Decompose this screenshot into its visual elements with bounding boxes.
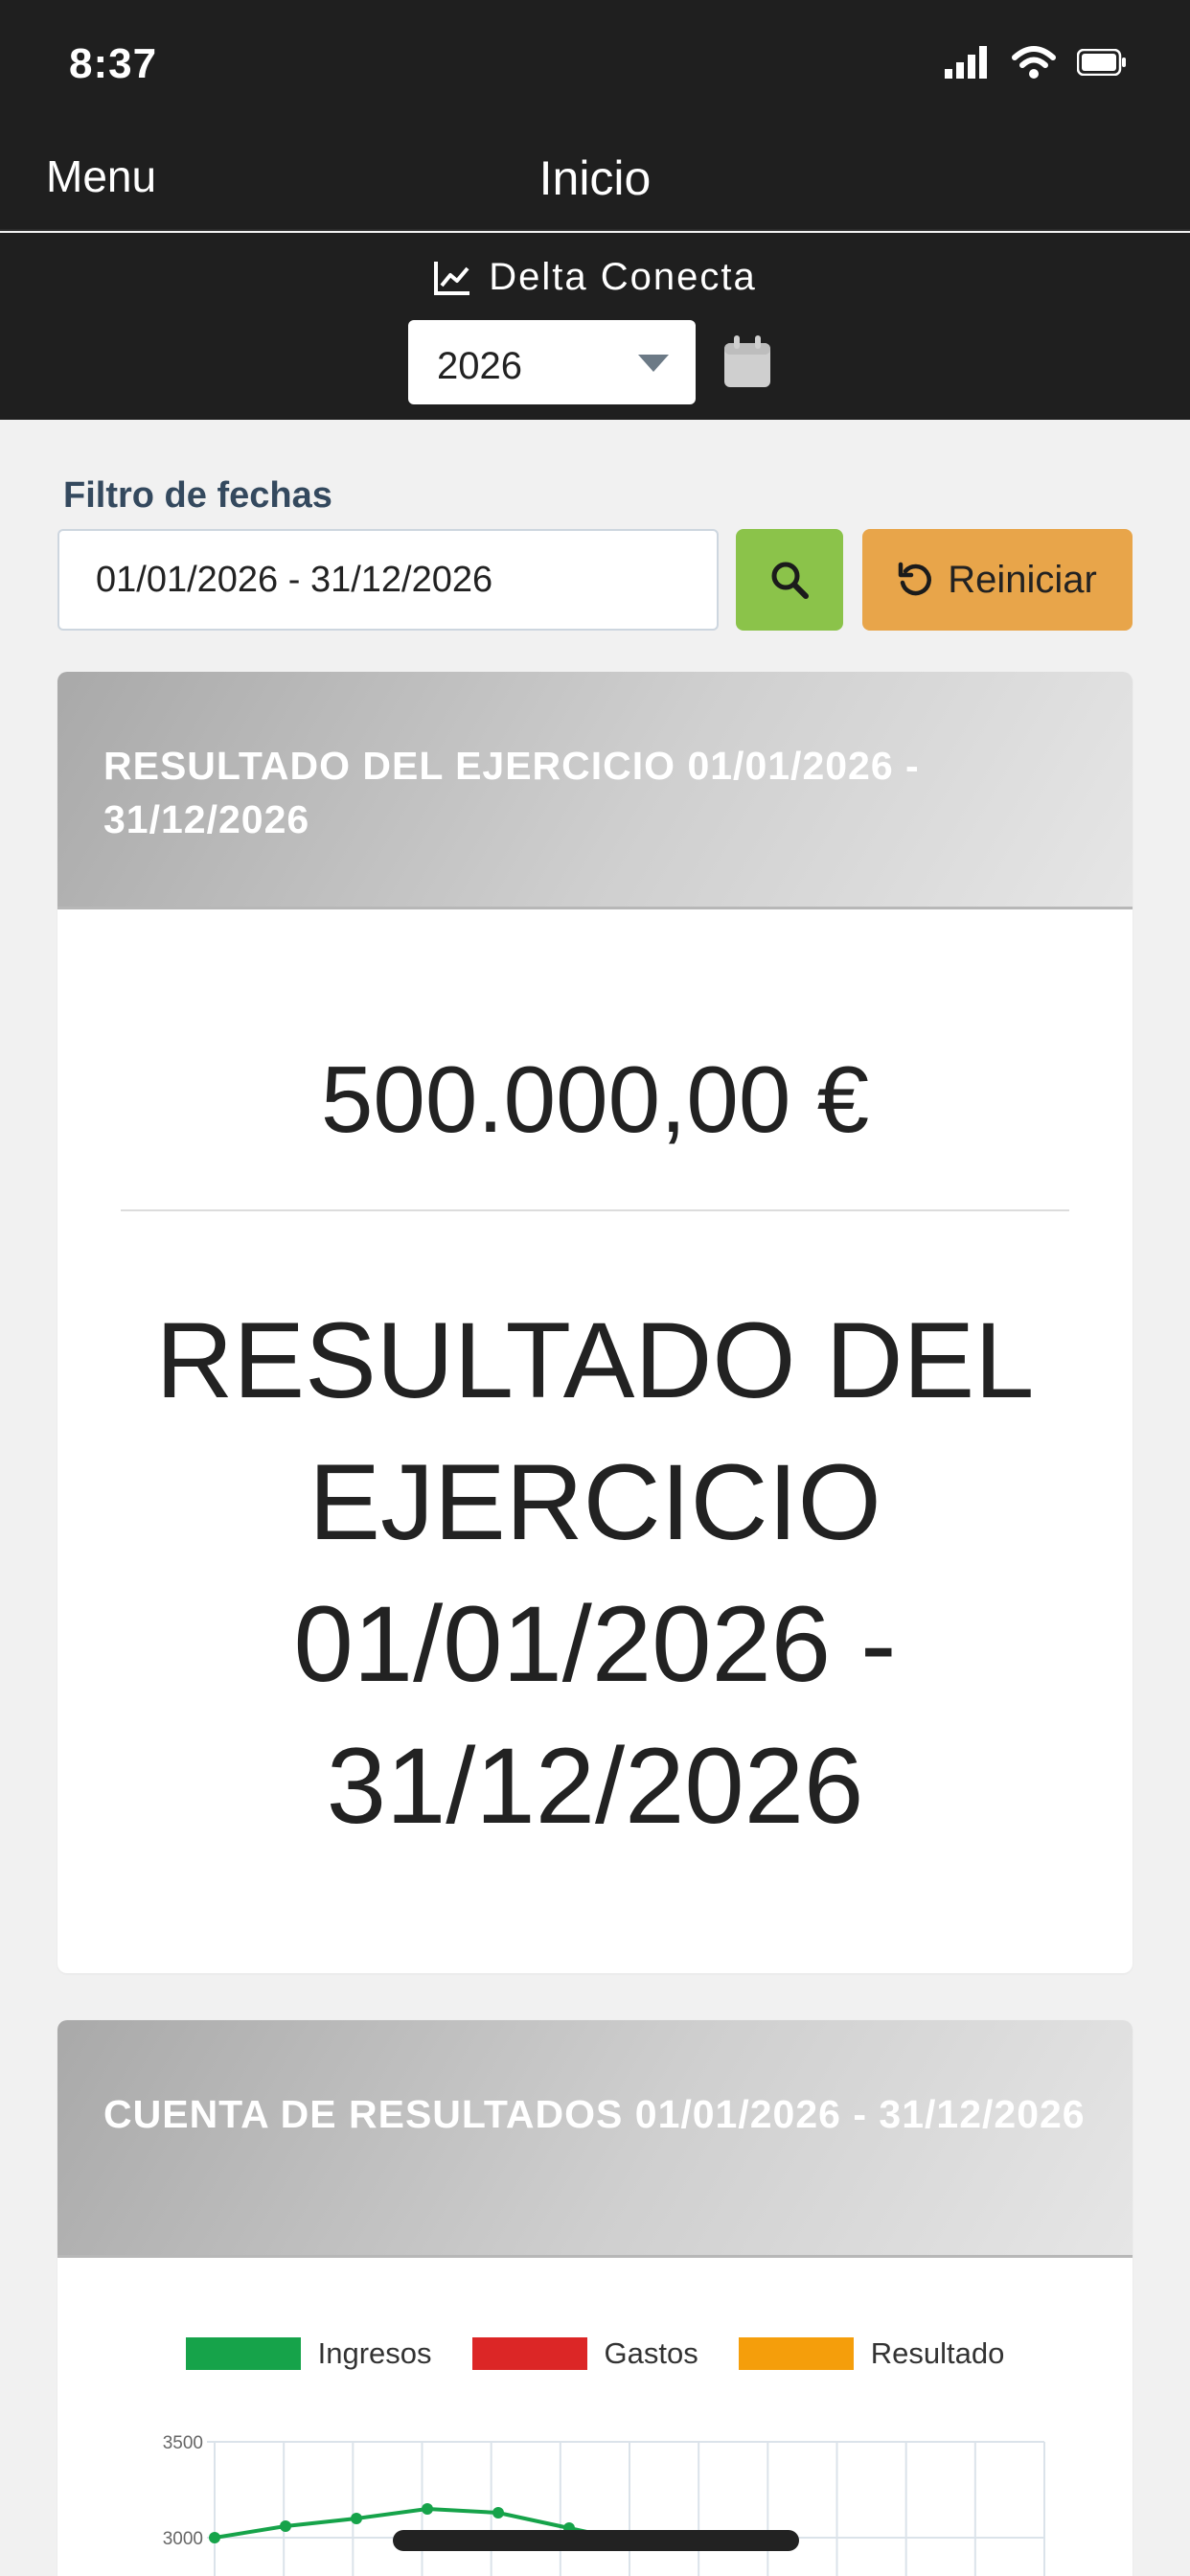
data-point-ingresos[interactable] <box>351 2513 362 2524</box>
line-chart-icon <box>434 261 470 295</box>
filter-label: Filtro de fechas <box>63 475 332 516</box>
nav-bar: Menu Inicio <box>0 129 1190 231</box>
battery-icon <box>1077 49 1126 76</box>
y-tick-label: 3000 <box>163 2529 203 2549</box>
status-bar: 8:37 <box>0 0 1190 129</box>
data-point-ingresos[interactable] <box>280 2520 291 2532</box>
search-button[interactable] <box>736 529 843 631</box>
pl-line-chart: 3500 3000 <box>163 2433 1045 2576</box>
result-value: 500.000,00 € <box>320 1046 870 1152</box>
status-time: 8:37 <box>69 40 158 87</box>
data-point-ingresos[interactable] <box>422 2503 433 2515</box>
y-tick-label: 3500 <box>163 2433 203 2453</box>
data-point-ingresos[interactable] <box>492 2507 504 2518</box>
result-card: RESULTADO DEL EJERCICIO 01/01/2026 - 31/… <box>57 672 1133 1973</box>
brand: Delta Conecta <box>0 256 1190 299</box>
home-indicator <box>393 2530 799 2551</box>
page-title: Inicio <box>538 151 652 205</box>
search-icon <box>771 562 809 599</box>
undo-icon <box>898 562 932 596</box>
brand-name: Delta Conecta <box>489 256 757 298</box>
calendar-icon[interactable] <box>722 335 772 389</box>
result-card-header: RESULTADO DEL EJERCICIO 01/01/2026 - 31/… <box>57 672 1133 909</box>
year-select-value: 2026 <box>437 345 522 387</box>
status-icons <box>945 46 1127 79</box>
reset-button[interactable]: Reiniciar <box>862 529 1133 631</box>
divider <box>121 1209 1069 1211</box>
year-select[interactable]: 2026 <box>408 320 696 404</box>
brand-header: Delta Conecta 2026 <box>0 233 1190 420</box>
pl-card: CUENTA DE RESULTADOS 01/01/2026 - 31/12/… <box>57 2020 1133 2576</box>
chevron-down-icon <box>638 355 669 372</box>
result-label: RESULTADO DEL EJERCICIO 01/01/2026 - 31/… <box>155 1300 1035 1846</box>
wifi-icon <box>1012 46 1056 79</box>
date-range-input[interactable]: 01/01/2026 - 31/12/2026 <box>57 529 719 631</box>
data-point-ingresos[interactable] <box>209 2532 220 2543</box>
reset-label: Reiniciar <box>948 558 1097 601</box>
signal-icon <box>945 46 987 79</box>
